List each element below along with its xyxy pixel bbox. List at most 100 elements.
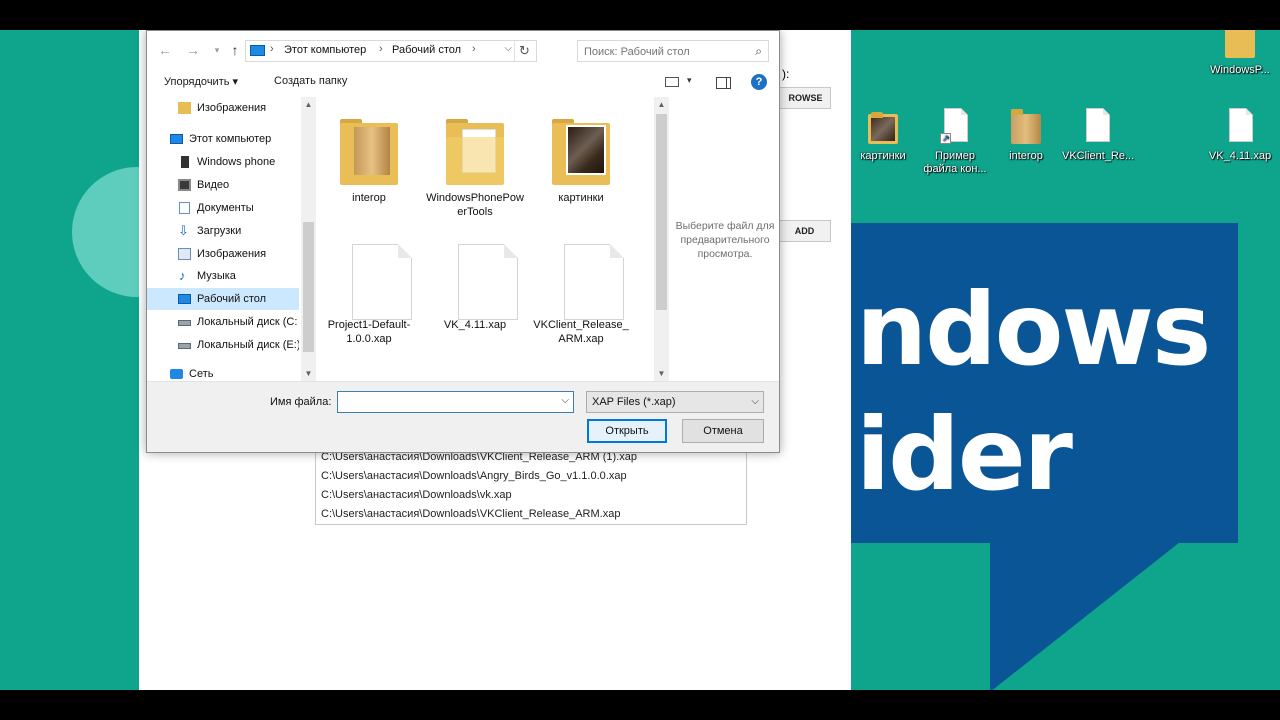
- forward-arrow-icon[interactable]: →: [184, 41, 202, 59]
- desktop-icon-kartinki[interactable]: картинки: [848, 108, 918, 163]
- up-arrow-icon[interactable]: ↑: [226, 41, 244, 59]
- scroll-up-icon[interactable]: ▲: [654, 97, 669, 112]
- view-options-dropdown-icon[interactable]: ▾: [687, 75, 692, 86]
- letterbox-top: [0, 0, 1280, 30]
- file-list-scrollbar[interactable]: ▲ ▼: [654, 97, 669, 381]
- disk-drive-icon: [178, 320, 191, 326]
- file-icon: [316, 232, 422, 320]
- navigation-scrollbar[interactable]: ▲ ▼: [301, 97, 316, 381]
- nav-item-windows-phone[interactable]: Windows phone: [147, 151, 299, 173]
- scrollbar-thumb[interactable]: [303, 222, 314, 352]
- file-item-interop[interactable]: interop: [316, 105, 422, 205]
- chevron-down-icon[interactable]: ⌵: [561, 395, 569, 406]
- nav-item-local-disk-e[interactable]: Локальный диск (E:): [147, 334, 299, 356]
- computer-icon: [250, 45, 265, 56]
- address-bar[interactable]: › Этот компьютер › Рабочий стол › ⌵ ↻: [245, 40, 537, 62]
- nav-item-images-quick[interactable]: Изображения: [147, 97, 299, 119]
- file-icon: [1225, 108, 1255, 146]
- scroll-up-icon[interactable]: ▲: [301, 97, 316, 112]
- disk-drive-icon: [178, 343, 191, 349]
- nav-item-local-disk-c[interactable]: Локальный диск (C:: [147, 311, 299, 333]
- open-file-dialog: ← → ▾ ↑ › Этот компьютер › Рабочий стол …: [146, 30, 780, 453]
- filename-combobox[interactable]: ⌵: [337, 391, 574, 413]
- search-icon[interactable]: ⌕: [755, 44, 762, 59]
- folder-photo-icon: [528, 105, 634, 191]
- new-folder-button[interactable]: Создать папку: [274, 75, 347, 87]
- folder-icon: [422, 105, 528, 191]
- navigation-pane: Изображения Этот компьютер Windows phone…: [147, 97, 315, 381]
- scrollbar-thumb[interactable]: [656, 114, 667, 310]
- desktop-icon-vkclient[interactable]: VKClient_Re...: [1062, 108, 1134, 163]
- cancel-button[interactable]: Отмена: [682, 419, 764, 443]
- nav-item-downloads[interactable]: ⇩ Загрузки: [147, 220, 299, 242]
- file-list: interop WindowsPhonePowerTools картинки …: [316, 97, 654, 381]
- nav-item-music[interactable]: ♪ Музыка: [147, 265, 299, 287]
- refresh-icon[interactable]: ↻: [514, 41, 534, 61]
- chevron-down-icon: ⌵: [751, 396, 759, 407]
- wallpaper-text-line1: ndows: [856, 271, 1211, 388]
- breadcrumb-separator[interactable]: ›: [379, 43, 383, 55]
- network-icon: [170, 369, 183, 379]
- file-icon: [422, 232, 528, 320]
- folder-icon: [1225, 30, 1255, 60]
- file-item-vkclient[interactable]: VKClient_Release_ARM.xap: [528, 232, 634, 346]
- recent-paths-list: C:\Users\анастасия\Downloads\VKClient_Re…: [315, 448, 747, 525]
- preview-pane: Выберите файл для предварительного просм…: [669, 97, 779, 381]
- folder-box-icon: [316, 105, 422, 191]
- nav-item-desktop[interactable]: Рабочий стол: [147, 288, 299, 310]
- add-button[interactable]: ADD: [778, 220, 831, 242]
- search-input[interactable]: [584, 44, 744, 59]
- computer-icon: [170, 134, 183, 144]
- breadcrumb-desktop[interactable]: Рабочий стол: [392, 44, 461, 56]
- nav-item-network[interactable]: Сеть: [147, 363, 299, 381]
- folder-photo-icon: [868, 108, 898, 146]
- file-item-vk-411[interactable]: VK_4.11.xap: [422, 232, 528, 332]
- desktop-icon-example-shortcut[interactable]: ↗ Пример файла кон...: [920, 108, 990, 176]
- preview-placeholder-text: Выберите файл для предварительного просм…: [675, 220, 775, 260]
- file-item-kartinki[interactable]: картинки: [528, 105, 634, 205]
- organize-menu-button[interactable]: Упорядочить ▾: [164, 75, 238, 88]
- filename-input[interactable]: [342, 395, 547, 410]
- breadcrumb-separator[interactable]: ›: [472, 43, 476, 55]
- desktop-icon-vk-411[interactable]: VK_4.11.xap: [1205, 108, 1275, 163]
- scroll-down-icon[interactable]: ▼: [301, 366, 316, 381]
- images-icon: [178, 248, 191, 260]
- file-icon: [1082, 108, 1112, 146]
- back-arrow-icon[interactable]: ←: [156, 41, 174, 59]
- address-dropdown-icon[interactable]: ⌵: [504, 43, 512, 54]
- file-item-project1[interactable]: Project1-Default-1.0.0.xap: [316, 232, 422, 346]
- file-item-windowsphonepowertools[interactable]: WindowsPhonePowerTools: [422, 105, 528, 219]
- filetype-value: XAP Files (*.xap): [592, 396, 676, 408]
- recent-locations-dropdown-icon[interactable]: ▾: [208, 41, 226, 59]
- preview-pane-icon[interactable]: [716, 77, 731, 89]
- search-box[interactable]: ⌕: [577, 40, 769, 62]
- nav-item-this-pc[interactable]: Этот компьютер: [147, 128, 299, 150]
- dialog-toolbar: Упорядочить ▾ Создать папку ▾ ?: [147, 69, 779, 97]
- open-button[interactable]: Открыть: [587, 419, 667, 443]
- breadcrumb-separator[interactable]: ›: [270, 43, 274, 55]
- change-view-icon[interactable]: [665, 77, 679, 87]
- address-row: ← → ▾ ↑ › Этот компьютер › Рабочий стол …: [147, 31, 779, 69]
- filetype-select[interactable]: XAP Files (*.xap) ⌵: [586, 391, 764, 413]
- desktop-icon-windowsp[interactable]: WindowsP...: [1205, 30, 1275, 77]
- wallpaper-text-line2: ider: [856, 396, 1073, 513]
- app-label-fragment: ):: [782, 67, 790, 81]
- documents-icon: [179, 202, 190, 214]
- music-icon: ♪: [179, 268, 186, 283]
- phone-icon: [181, 156, 189, 168]
- folder-box-icon: [1011, 108, 1041, 146]
- breadcrumb-this-pc[interactable]: Этот компьютер: [284, 44, 366, 56]
- file-icon: [528, 232, 634, 320]
- browse-button[interactable]: ROWSE: [778, 87, 831, 109]
- letterbox-bottom: [0, 690, 1280, 720]
- list-item[interactable]: C:\Users\анастасия\Downloads\Angry_Birds…: [316, 467, 746, 486]
- list-item[interactable]: C:\Users\анастасия\Downloads\vk.xap: [316, 486, 746, 505]
- nav-item-video[interactable]: Видео: [147, 174, 299, 196]
- desktop-icon-interop[interactable]: interop: [991, 108, 1061, 163]
- help-icon[interactable]: ?: [751, 74, 767, 90]
- screen: ndows ider WindowsP... картинки ↗ Пример…: [0, 0, 1280, 720]
- scroll-down-icon[interactable]: ▼: [654, 366, 669, 381]
- list-item[interactable]: C:\Users\анастасия\Downloads\VKClient_Re…: [316, 505, 746, 524]
- nav-item-images[interactable]: Изображения: [147, 243, 299, 265]
- nav-item-documents[interactable]: Документы: [147, 197, 299, 219]
